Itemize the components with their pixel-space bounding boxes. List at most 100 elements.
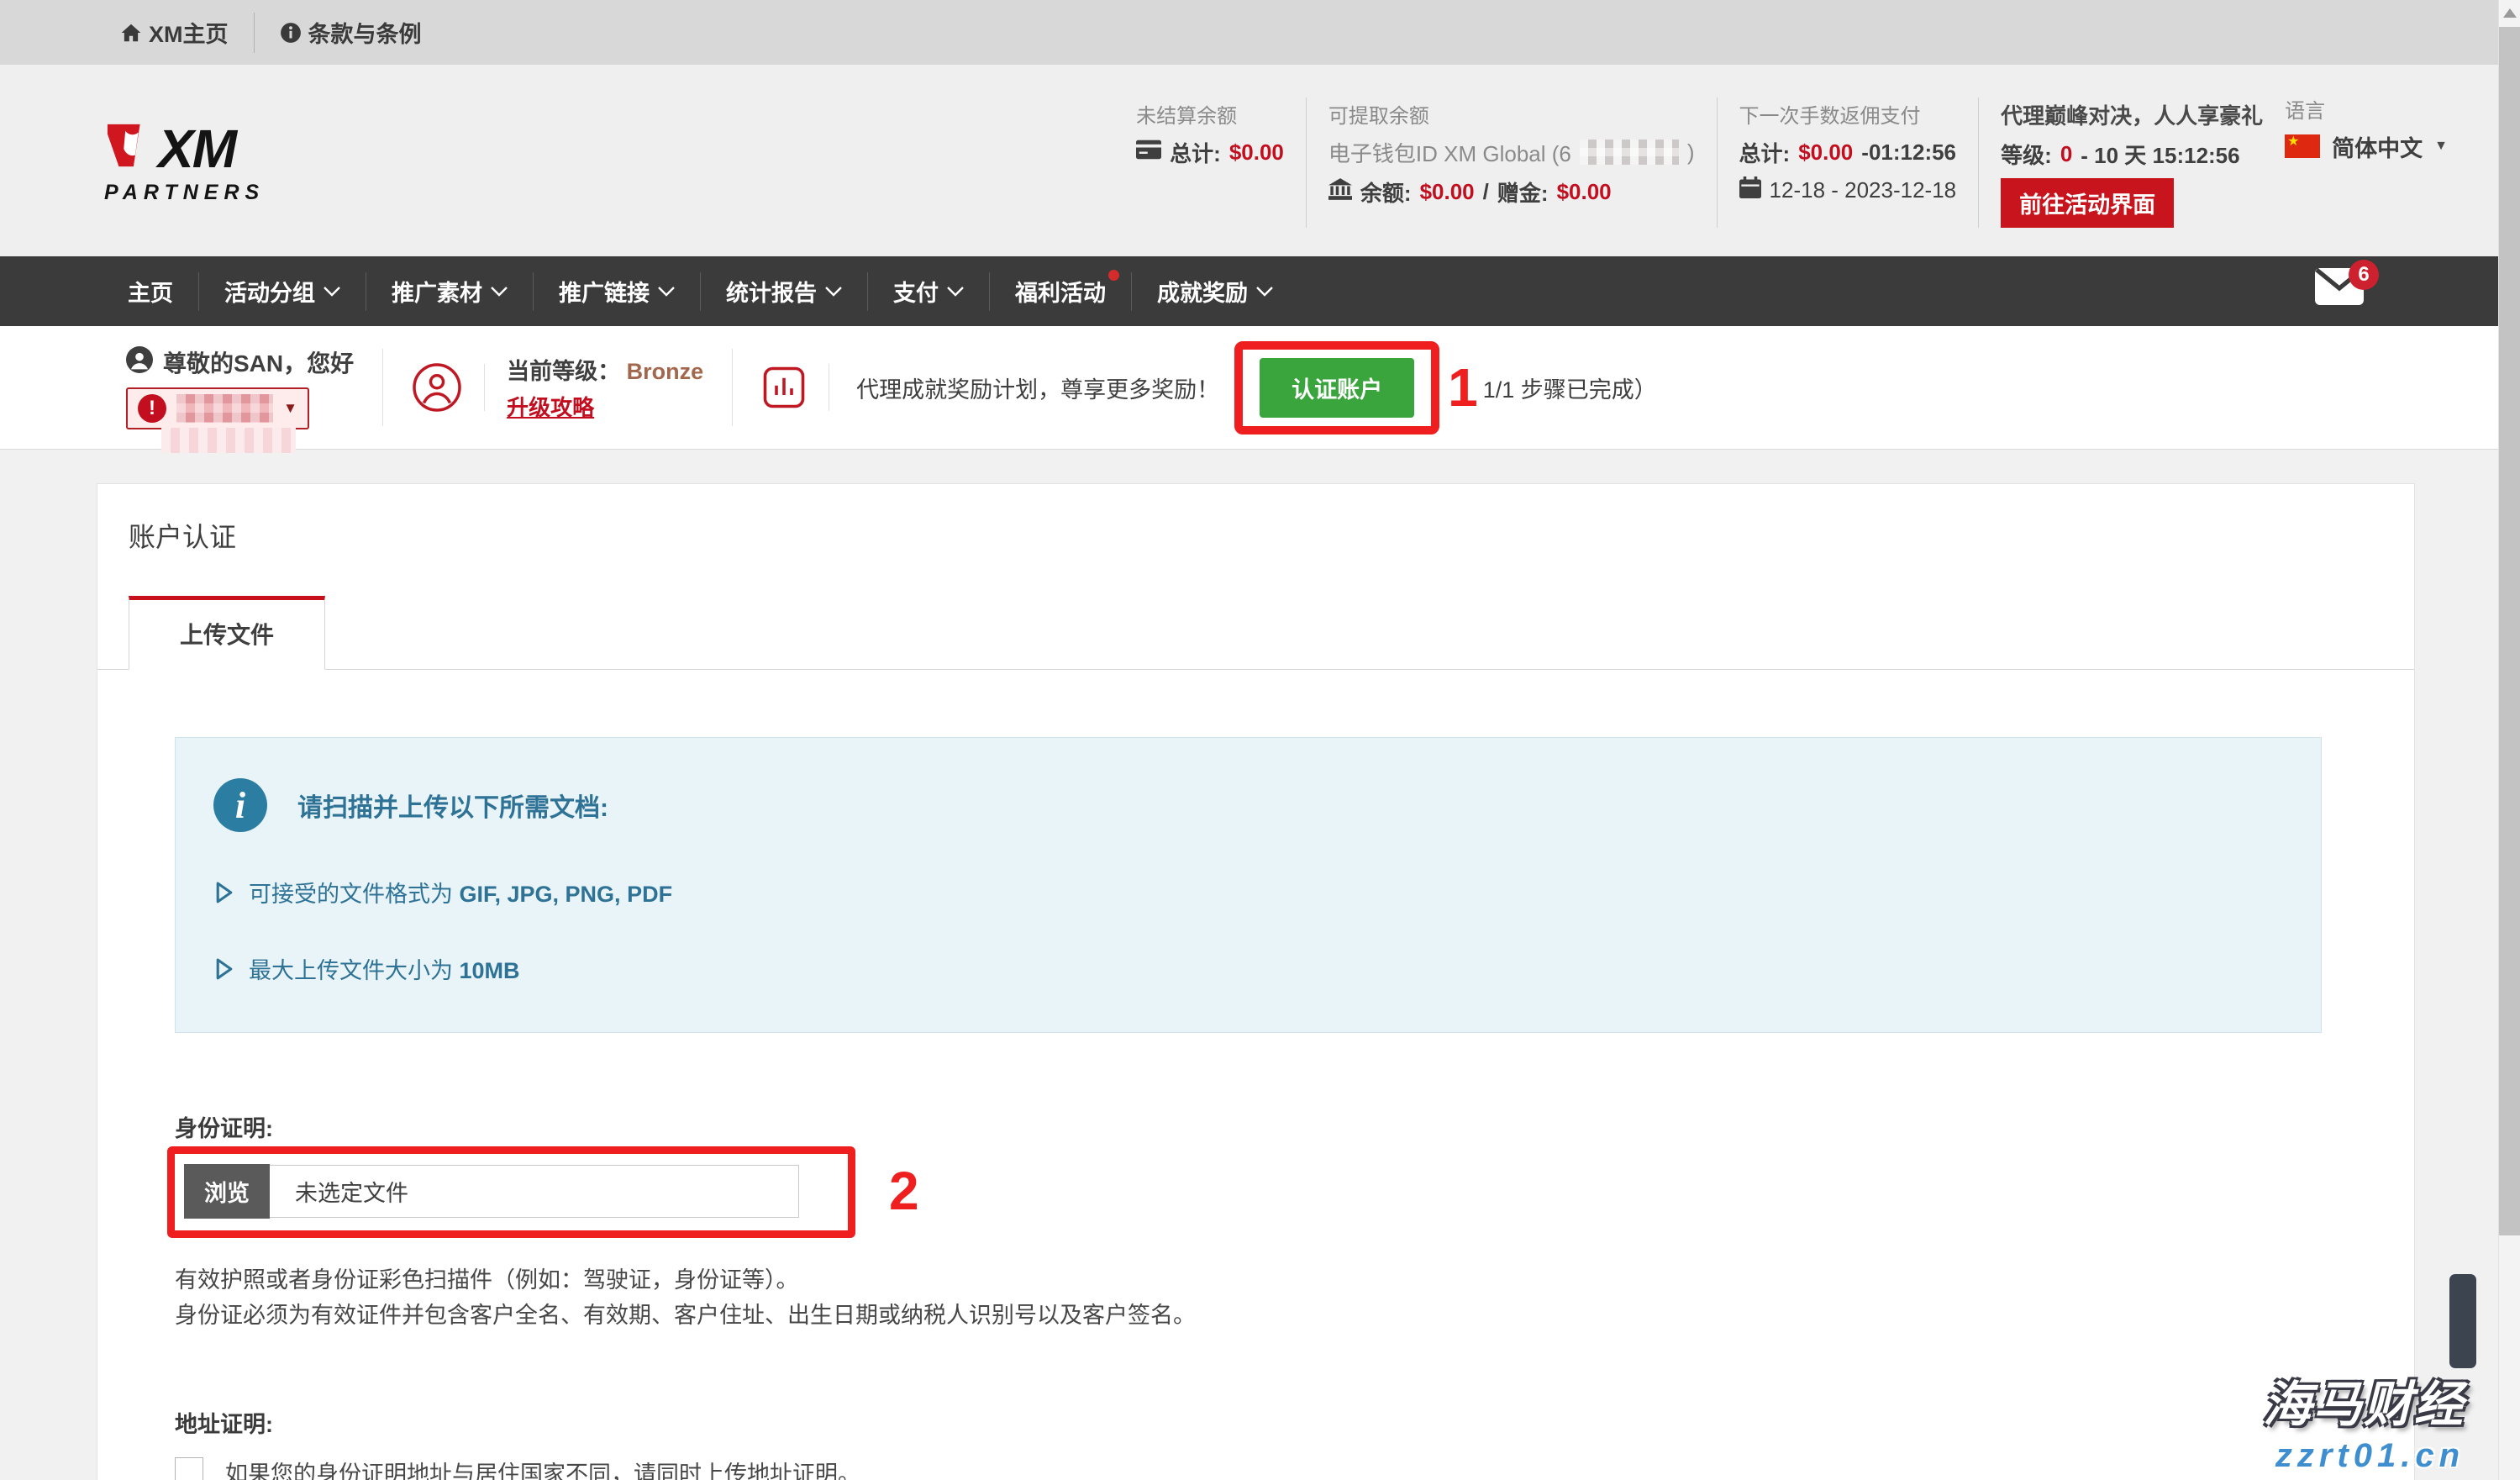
upgrade-link[interactable]: 升级攻略 bbox=[507, 391, 594, 422]
info-heading: 请扫描并上传以下所需文档: bbox=[297, 787, 608, 824]
annotation-number-1: 1 bbox=[1448, 361, 1478, 414]
verify-account-button[interactable]: 认证账户 bbox=[1260, 358, 1414, 418]
address-proof-label: 地址证明: bbox=[175, 1406, 2414, 1439]
reward-program-text: 代理成就奖励计划，尊享更多奖励！ bbox=[856, 371, 1219, 404]
nav-item-activity-groups[interactable]: 活动分组 bbox=[199, 256, 366, 326]
info-bullet-formats: 可接受的文件格式为 GIF, JPG, PNG, PDF bbox=[215, 876, 2287, 909]
scrollbar-up-arrow[interactable] bbox=[2503, 8, 2517, 18]
userbar-divider bbox=[382, 349, 383, 426]
bank-icon bbox=[1328, 178, 1352, 206]
pending-balance-section: 未结算余额 总计: $0.00 bbox=[1136, 94, 1284, 168]
calendar-icon bbox=[1739, 176, 1761, 204]
redacted-overflow bbox=[161, 428, 296, 453]
annotation-box-2: 浏览 未选定文件 bbox=[167, 1146, 855, 1238]
main-nav: 主页 活动分组 推广素材 推广链接 统计报告 支付 福利活动 成就奖励 6 bbox=[0, 256, 2498, 326]
mail-button[interactable]: 6 bbox=[2315, 268, 2364, 309]
promo-level-rest: - 10 天 15:12:56 bbox=[2081, 139, 2239, 170]
user-bar: 尊敬的SAN，您好 ! ▼ 当前等级： Bronze 升级攻略 bbox=[0, 326, 2498, 450]
chevron-down-icon: ▼ bbox=[283, 400, 297, 417]
info-icon bbox=[280, 22, 302, 44]
topbar-home-label: XM主页 bbox=[149, 16, 229, 49]
topbar-home-link[interactable]: XM主页 bbox=[120, 16, 229, 49]
topbar-terms-link[interactable]: 条款与条例 bbox=[280, 16, 422, 49]
browse-button[interactable]: 浏览 bbox=[184, 1164, 270, 1219]
identity-desc-line1: 有效护照或者身份证彩色扫描件（例如：驾驶证，身份证等）。 bbox=[175, 1263, 2414, 1298]
user-icon bbox=[126, 346, 153, 379]
nav-item-payments[interactable]: 支付 bbox=[868, 256, 989, 326]
nav-item-promo-materials[interactable]: 推广素材 bbox=[366, 256, 533, 326]
bullet-bold-text: 10MB bbox=[460, 958, 520, 983]
language-section: 语言 ★ 简体中文 ▼ bbox=[2285, 94, 2448, 163]
card-icon bbox=[1136, 140, 1161, 166]
promo-section: 代理巅峰对决，人人享豪礼 等级: 0 - 10 天 15:12:56 前往活动界… bbox=[2001, 94, 2263, 228]
address-proof-checkbox[interactable] bbox=[175, 1457, 203, 1480]
nav-label: 福利活动 bbox=[1015, 275, 1106, 308]
nav-label: 支付 bbox=[893, 275, 939, 308]
xm-partners-logo[interactable]: XM PARTNERS bbox=[104, 121, 265, 205]
annotation-number-2: 2 bbox=[889, 1164, 919, 1218]
nav-item-achievements[interactable]: 成就奖励 bbox=[1132, 256, 1298, 326]
nav-label: 推广链接 bbox=[559, 275, 650, 308]
balance-label: 余额: bbox=[1360, 176, 1412, 208]
info-box: i 请扫描并上传以下所需文档: 可接受的文件格式为 GIF, JPG, PNG,… bbox=[175, 737, 2322, 1033]
language-selector[interactable]: ★ 简体中文 ▼ bbox=[2285, 130, 2448, 163]
promo-title: 代理巅峰对决，人人享豪礼 bbox=[2001, 99, 2263, 130]
identity-proof-label: 身份证明: bbox=[175, 1110, 2414, 1143]
nav-label: 统计报告 bbox=[726, 275, 817, 308]
chevron-down-icon bbox=[658, 287, 675, 297]
header: XM PARTNERS 未结算余额 总计: $0.00 可提取余额 bbox=[0, 65, 2498, 256]
redacted-account-number bbox=[176, 394, 273, 423]
home-icon bbox=[120, 22, 142, 44]
promo-level-label: 等级: bbox=[2001, 139, 2052, 170]
nav-label: 推广素材 bbox=[392, 275, 482, 308]
redacted-wallet-id bbox=[1580, 140, 1679, 165]
chevron-down-icon bbox=[825, 287, 842, 297]
top-strip: XM主页 条款与条例 bbox=[0, 0, 2498, 65]
greeting-text: 尊敬的SAN，您好 bbox=[163, 345, 354, 379]
scrollbar[interactable] bbox=[2498, 0, 2520, 1480]
logo-text: XM bbox=[158, 125, 235, 174]
wallet-id-prefix: 电子钱包ID XM Global (6 bbox=[1328, 137, 1571, 168]
next-payment-section: 下一次手数返佣支付 总计: $0.00 -01:12:56 12-18 - 20… bbox=[1739, 94, 1957, 204]
level-value: Bronze bbox=[627, 359, 704, 384]
address-proof-row: 如果您的身份证明地址与居住国家不同，请同时上传地址证明。 bbox=[175, 1456, 2414, 1480]
mail-icon bbox=[2315, 294, 2364, 308]
logo-subtext: PARTNERS bbox=[104, 181, 265, 205]
payment-countdown: -01:12:56 bbox=[1861, 140, 1956, 166]
account-selector[interactable]: ! ▼ bbox=[126, 387, 309, 429]
steps-completed-text: 1/1 步骤已完成） bbox=[1483, 371, 1657, 404]
nav-label: 主页 bbox=[128, 275, 173, 308]
payment-total-label: 总计: bbox=[1739, 137, 1791, 168]
nav-item-home[interactable]: 主页 bbox=[103, 256, 198, 326]
nav-item-promo-links[interactable]: 推广链接 bbox=[534, 256, 700, 326]
account-verification-card: 账户认证 上传文件 i 请扫描并上传以下所需文档: 可接受的文件格式为 GIF,… bbox=[97, 483, 2415, 1480]
nav-label: 活动分组 bbox=[224, 275, 315, 308]
topbar-separator bbox=[254, 13, 255, 53]
level-label: 当前等级： bbox=[507, 359, 620, 384]
pending-balance-label: 未结算余额 bbox=[1136, 99, 1284, 129]
alert-icon: ! bbox=[138, 394, 166, 423]
info-bullet-size: 最大上传文件大小为 10MB bbox=[215, 952, 2287, 985]
next-payment-label: 下一次手数返佣支付 bbox=[1739, 99, 1957, 129]
annotation-box-1: 认证账户 bbox=[1234, 341, 1439, 435]
scrollbar-thumb[interactable] bbox=[2499, 27, 2520, 1235]
wallet-id-suffix: ) bbox=[1687, 140, 1695, 166]
userbar-divider bbox=[484, 364, 485, 411]
chevron-down-icon bbox=[491, 287, 508, 297]
china-flag-icon: ★ bbox=[2285, 134, 2320, 158]
file-name-field[interactable]: 未选定文件 bbox=[270, 1165, 799, 1218]
balance-value: $0.00 bbox=[1420, 179, 1475, 205]
tab-upload-files[interactable]: 上传文件 bbox=[129, 596, 325, 670]
userbar-divider bbox=[732, 349, 733, 426]
chevron-down-icon: ▼ bbox=[2434, 139, 2448, 154]
go-to-activity-button[interactable]: 前往活动界面 bbox=[2001, 178, 2174, 228]
nav-item-benefits[interactable]: 福利活动 bbox=[990, 256, 1131, 326]
bonus-value: $0.00 bbox=[1557, 179, 1612, 205]
identity-desc-line2: 身份证必须为有效证件并包含客户全名、有效期、客户住址、出生日期或纳税人识别号以及… bbox=[175, 1298, 2414, 1334]
language-label: 语言 bbox=[2285, 94, 2448, 124]
balance-separator: / bbox=[1483, 179, 1489, 205]
nav-item-reports[interactable]: 统计报告 bbox=[701, 256, 867, 326]
header-divider bbox=[1306, 97, 1307, 228]
bonus-label: 赠金: bbox=[1497, 176, 1549, 208]
language-value: 简体中文 bbox=[2332, 130, 2423, 163]
